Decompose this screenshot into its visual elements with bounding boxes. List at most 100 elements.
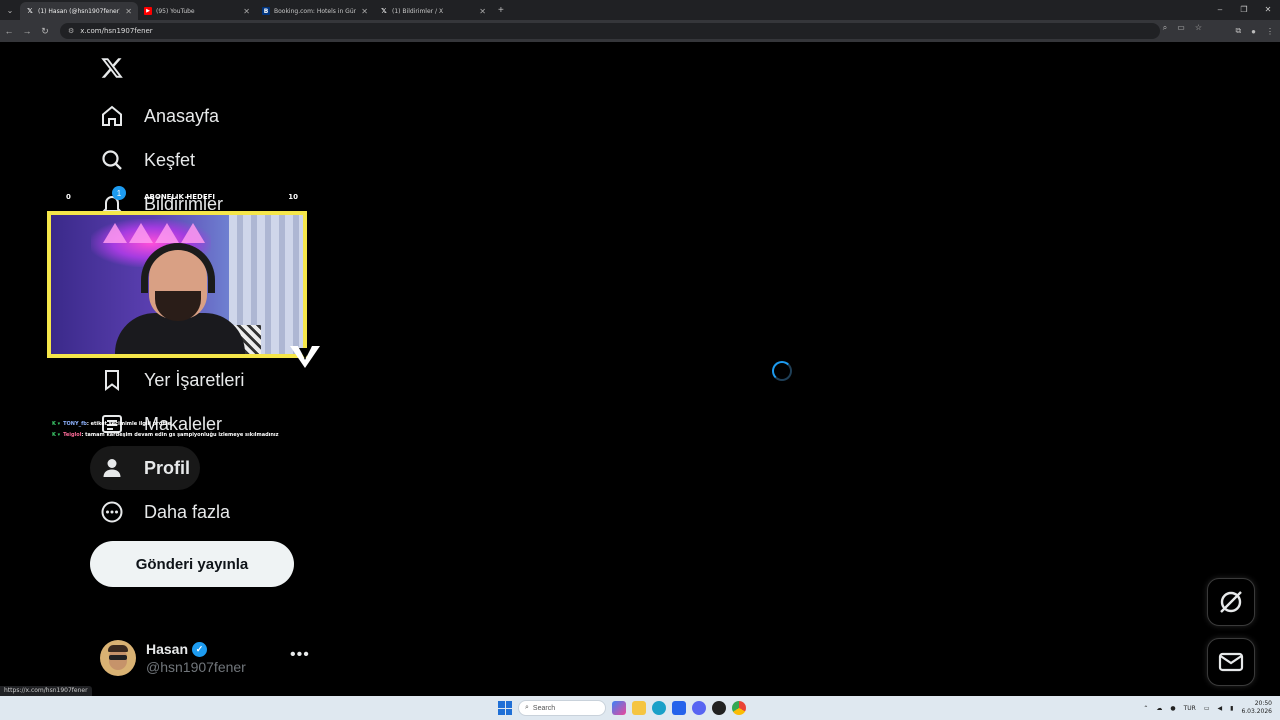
mic-icon[interactable]: ● xyxy=(1170,705,1175,712)
tab-close-icon[interactable]: ✕ xyxy=(125,7,132,16)
clock-date: 6.03.2026 xyxy=(1241,708,1272,715)
x-logo-icon[interactable] xyxy=(100,56,124,80)
taskbar-search[interactable]: ⌕ Search xyxy=(518,700,606,716)
forward-arrow-icon[interactable]: → xyxy=(18,26,36,36)
sidebar-item-profile[interactable]: Profil xyxy=(90,446,201,490)
taskbar-apps: ⌕ Search xyxy=(498,698,746,718)
url-text: x.com/hsn1907fener xyxy=(80,27,153,35)
x-favicon-icon: 𝕏 xyxy=(27,7,33,15)
verified-badge-icon: ✓ xyxy=(192,641,208,657)
omnibox-actions: ⌕ ▭ ☆ xyxy=(1163,23,1202,33)
streamer-logo-icon xyxy=(290,346,320,368)
site-info-icon[interactable]: ⚙ xyxy=(68,27,74,35)
sidebar-item-label: Keşfet xyxy=(144,149,196,170)
home-icon xyxy=(102,105,122,126)
discord-icon[interactable] xyxy=(692,701,706,715)
browser-tab[interactable]: ▶ (95) YouTube ✕ xyxy=(138,2,256,20)
clock-time: 20:50 xyxy=(1254,700,1272,707)
sidebar-item-label: Daha fazla xyxy=(144,501,231,522)
account-handle: @hsn1907fener xyxy=(146,659,246,675)
stream-chat-overlay: K ▾ TONY_fb: etiket seçimimle ilgili prof… xyxy=(52,419,279,441)
cloud-icon[interactable]: ☁ xyxy=(1156,705,1162,712)
chrome-icon[interactable] xyxy=(732,701,746,715)
avatar xyxy=(100,640,136,676)
browser-address-bar: ← → ↻ ⚙ x.com/hsn1907fener ⌕ ▭ ☆ ⧉ ● ⋮ xyxy=(0,20,1280,42)
new-tab-plus-icon[interactable]: + xyxy=(498,5,504,16)
browser-toolbar: ⧉ ● ⋮ xyxy=(1235,20,1274,42)
extensions-icon[interactable]: ⧉ xyxy=(1235,26,1241,36)
status-url: https://x.com/hsn1907fener xyxy=(0,686,92,696)
network-icon[interactable]: ▭ xyxy=(1204,705,1210,712)
x-favicon-icon: 𝕏 xyxy=(381,7,387,15)
goal-title: ABONELIK HEDEFI xyxy=(144,193,215,201)
messages-button[interactable] xyxy=(1207,638,1255,686)
bookmark-star-icon[interactable]: ☆ xyxy=(1195,23,1202,33)
reload-icon[interactable]: ↻ xyxy=(36,26,54,37)
webcam-overlay xyxy=(47,211,307,358)
browser-menu-icon[interactable]: ⋮ xyxy=(1266,27,1274,36)
loading-spinner xyxy=(772,361,792,381)
profile-icon[interactable]: ● xyxy=(1251,27,1256,36)
tab-title: (95) YouTube xyxy=(156,7,195,15)
account-name-row: Hasan ✓ xyxy=(146,641,246,657)
account-names: Hasan ✓ @hsn1907fener xyxy=(146,641,246,675)
language-indicator[interactable]: TUR xyxy=(1184,705,1196,712)
account-more-icon[interactable]: ••• xyxy=(290,646,310,664)
booking-favicon-icon: B xyxy=(262,7,270,15)
tab-search-chevron-icon[interactable]: ⌄ xyxy=(0,0,20,20)
post-button[interactable]: Gönderi yayınla xyxy=(90,541,294,587)
browser-tab-bar: ⌄ 𝕏 (1) Hasan (@hsn1907fener) / X ✕ ▶ (9… xyxy=(0,0,1280,20)
store-icon[interactable] xyxy=(672,701,686,715)
person-icon xyxy=(103,459,121,477)
browser-tab-active[interactable]: 𝕏 (1) Hasan (@hsn1907fener) / X ✕ xyxy=(20,2,138,20)
more-circle-icon xyxy=(101,501,123,523)
subscriber-goal-overlay: 0 ABONELIK HEDEFI 10 xyxy=(66,190,298,204)
system-tray: ⌃ ☁ ● TUR ▭ ◀ ▮ 20:50 6.03.2026 xyxy=(1143,696,1272,720)
back-arrow-icon[interactable]: ← xyxy=(0,26,18,36)
youtube-favicon-icon: ▶ xyxy=(144,7,152,15)
battery-icon[interactable]: ▮ xyxy=(1230,705,1233,712)
sidebar-item-more[interactable]: Daha fazla xyxy=(90,490,240,534)
file-explorer-icon[interactable] xyxy=(632,701,646,715)
taskbar-clock[interactable]: 20:50 6.03.2026 xyxy=(1241,700,1272,716)
zoom-icon[interactable]: ⌕ xyxy=(1163,23,1167,33)
tab-title: Booking.com: Hotels in Güney xyxy=(274,7,356,15)
tab-title: (1) Bildirimler / X xyxy=(392,7,444,15)
grok-button[interactable] xyxy=(1207,578,1255,626)
chat-message: K ▾ TONY_fb: etiket seçimimle ilgili prof… xyxy=(52,421,172,427)
url-input[interactable]: ⚙ x.com/hsn1907fener xyxy=(60,23,1160,39)
copilot-icon[interactable] xyxy=(612,701,626,715)
account-switcher[interactable]: Hasan ✓ @hsn1907fener ••• xyxy=(90,632,316,684)
sidebar-item-label: Profil xyxy=(144,457,191,478)
sidebar-item-home[interactable]: Anasayfa xyxy=(90,94,229,138)
window-controls: – ❐ ✕ xyxy=(1208,0,1280,20)
sidebar-item-bookmarks[interactable]: Yer İşaretleri xyxy=(90,358,254,402)
tab-close-icon[interactable]: ✕ xyxy=(243,7,250,16)
search-icon: ⌕ xyxy=(525,704,529,711)
browser-tab[interactable]: B Booking.com: Hotels in Güney ✕ xyxy=(256,2,374,20)
tray-chevron-icon[interactable]: ⌃ xyxy=(1143,705,1148,712)
envelope-icon xyxy=(1218,652,1244,672)
taskbar-search-placeholder: Search xyxy=(532,704,556,712)
tab-close-icon[interactable]: ✕ xyxy=(361,7,368,16)
volume-icon[interactable]: ◀ xyxy=(1218,705,1223,712)
minimize-icon[interactable]: – xyxy=(1208,0,1232,20)
grok-icon xyxy=(1220,591,1242,613)
taskbar: ⌕ Search ⌃ ☁ ● TUR ▭ ◀ ▮ 20:50 6.03.2026 xyxy=(0,696,1280,720)
tab-title: (1) Hasan (@hsn1907fener) / X xyxy=(38,7,120,15)
sidebar-item-explore[interactable]: Keşfet xyxy=(90,138,205,182)
tab-close-icon[interactable]: ✕ xyxy=(479,7,486,16)
close-window-icon[interactable]: ✕ xyxy=(1256,0,1280,20)
app-icon[interactable] xyxy=(712,701,726,715)
goal-end: 10 xyxy=(288,193,298,201)
sidebar-item-label: Anasayfa xyxy=(144,105,220,126)
search-icon xyxy=(102,150,122,170)
windows-start-icon[interactable] xyxy=(498,701,512,715)
restore-icon[interactable]: ❐ xyxy=(1232,0,1256,20)
browser-tab[interactable]: 𝕏 (1) Bildirimler / X ✕ xyxy=(374,2,492,20)
cast-icon[interactable]: ▭ xyxy=(1177,23,1185,33)
chat-message: K ▾ Teiglol: tamam kardeşim devam edin gs… xyxy=(52,432,279,438)
account-name: Hasan xyxy=(146,641,189,657)
edge-icon[interactable] xyxy=(652,701,666,715)
goal-start: 0 xyxy=(66,193,71,201)
